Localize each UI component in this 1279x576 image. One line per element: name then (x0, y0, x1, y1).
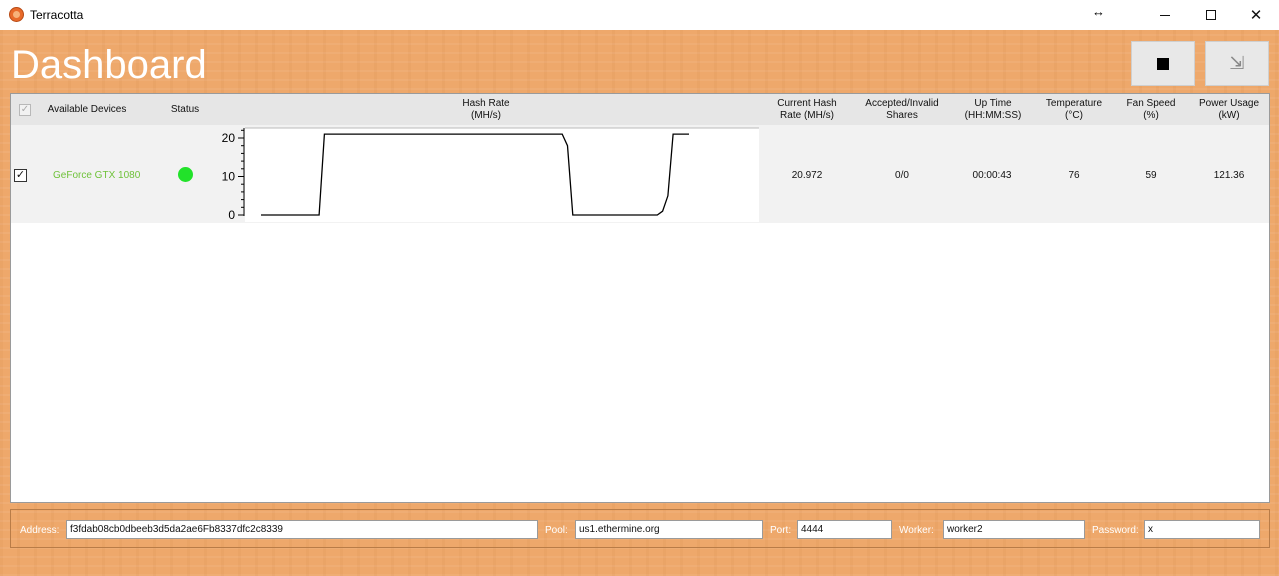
header-shares-line2: Shares (886, 110, 918, 121)
port-label: Port: (770, 525, 792, 536)
worker-input[interactable] (943, 520, 1085, 539)
header-hash-rate-line2: (MH/s) (471, 110, 501, 121)
maximize-button[interactable] (1188, 0, 1234, 30)
pool-label: Pool: (545, 525, 568, 536)
header-hash-rate: Hash Rate (MH/s) (436, 98, 536, 122)
port-input[interactable] (797, 520, 892, 539)
header-fan-speed: Fan Speed (%) (1117, 98, 1185, 122)
header-power-line1: Power Usage (1198, 98, 1260, 109)
shares-value: 0/0 (895, 170, 909, 181)
chart-y-tick-label: 10 (222, 170, 236, 184)
hash-rate-chart: 0 10 20 (222, 127, 759, 222)
power-usage-value: 121.36 (1213, 170, 1245, 181)
header-shares: Accepted/Invalid Shares (857, 98, 947, 122)
devices-table: ✓ Available Devices Status Hash Rate (MH… (10, 93, 1270, 503)
table-row[interactable]: ✓ GeForce GTX 1080 0 10 20 20.972 0/0 00:0… (11, 125, 1269, 223)
header-fan-line1: Fan Speed (1126, 98, 1176, 109)
header-current-hash-rate: Current Hash Rate (MH/s) (765, 98, 849, 122)
address-input[interactable] (66, 520, 538, 539)
uptime-value: 00:00:43 (972, 170, 1012, 181)
stop-icon (1157, 57, 1169, 70)
table-header: ✓ Available Devices Status Hash Rate (MH… (11, 94, 1269, 125)
password-label: Password: (1092, 525, 1139, 536)
collapse-icon: ⇲ (1229, 53, 1245, 74)
header-uptime-line2: (HH:MM:SS) (964, 110, 1022, 121)
password-input[interactable] (1144, 520, 1260, 539)
worker-label: Worker: (899, 525, 934, 536)
header-temperature: Temperature (°C) (1037, 98, 1111, 122)
close-icon: ✕ (1249, 7, 1263, 24)
header-uptime: Up Time (HH:MM:SS) (953, 98, 1033, 122)
device-checkbox[interactable]: ✓ (14, 169, 27, 182)
address-label: Address: (20, 525, 60, 536)
close-button[interactable]: ✕ (1233, 0, 1279, 30)
status-indicator (178, 167, 193, 182)
resize-arrows-icon: ↔ (1092, 4, 1105, 19)
header-current-hash-line1: Current Hash (777, 98, 837, 109)
header-shares-line1: Accepted/Invalid (865, 98, 939, 109)
connection-settings: Address: Pool: Port: Worker: Password: (10, 509, 1270, 548)
current-hash-rate: 20.972 (791, 170, 823, 181)
select-all-checkbox[interactable]: ✓ (19, 104, 31, 116)
header-uptime-line1: Up Time (974, 98, 1012, 109)
window-title: Terracotta (30, 8, 84, 22)
header-power-usage: Power Usage (kW) (1191, 98, 1267, 122)
temperature-value: 76 (1068, 170, 1080, 181)
compact-view-button[interactable]: ⇲ (1205, 41, 1269, 86)
header-fan-line2: (%) (1143, 110, 1159, 121)
header-status: Status (170, 104, 200, 115)
device-name: GeForce GTX 1080 (53, 170, 141, 181)
header-temperature-line1: Temperature (1045, 98, 1103, 109)
header-temperature-line2: (°C) (1065, 110, 1083, 121)
minimize-button[interactable] (1142, 0, 1188, 30)
chart-y-tick-label: 20 (222, 131, 236, 145)
header-power-line2: (kW) (1218, 110, 1240, 121)
header-current-hash-line2: Rate (MH/s) (780, 110, 834, 121)
header-hash-rate-line1: Hash Rate (462, 98, 510, 109)
minimize-icon (1160, 14, 1170, 16)
page-title: Dashboard (11, 43, 207, 87)
maximize-icon (1206, 10, 1216, 20)
app-logo-icon (9, 7, 24, 22)
pool-input[interactable] (575, 520, 763, 539)
chart-y-tick-label: 0 (228, 208, 235, 222)
window-titlebar: Terracotta ↔ ✕ (0, 0, 1279, 30)
fan-speed-value: 59 (1145, 170, 1157, 181)
header-available-devices: Available Devices (47, 104, 127, 115)
stop-mining-button[interactable] (1131, 41, 1195, 86)
